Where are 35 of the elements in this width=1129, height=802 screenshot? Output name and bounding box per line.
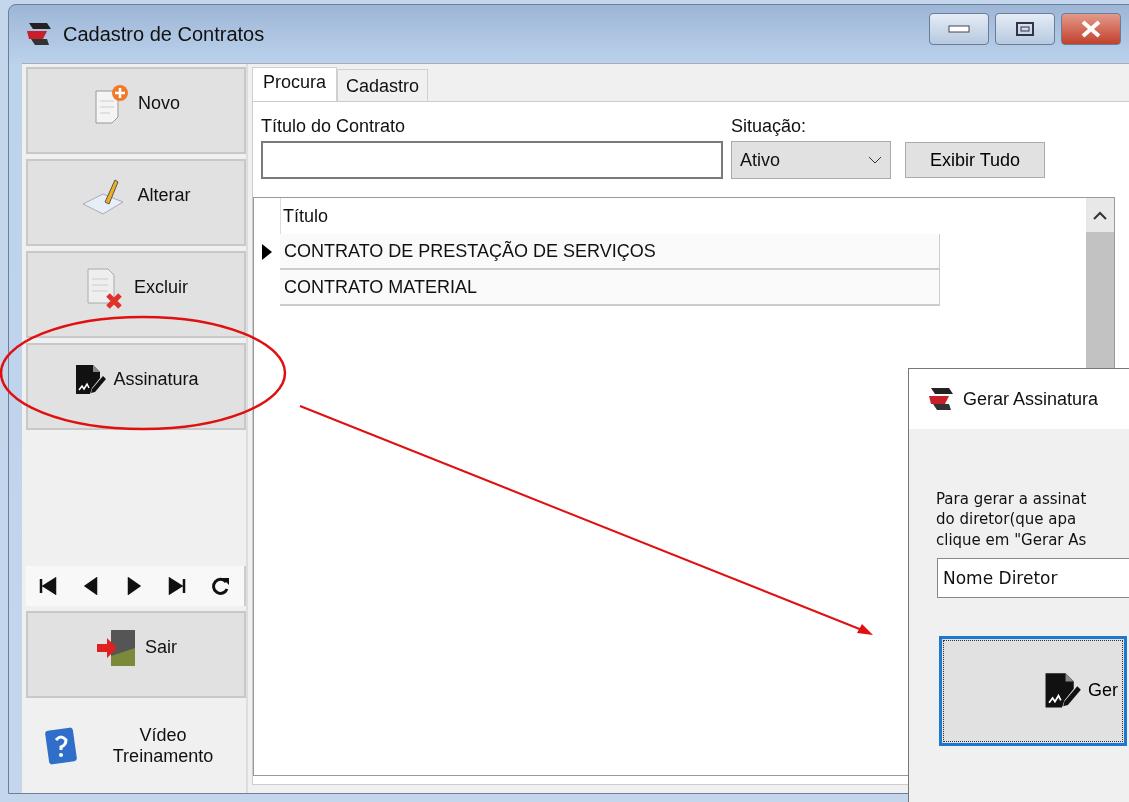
app-logo-icon <box>25 21 53 47</box>
maximize-icon <box>1016 22 1034 36</box>
table-cell[interactable]: CONTRATO MATERIAL <box>280 270 940 306</box>
field-label: Título do Contrato <box>261 116 407 137</box>
sidebar-button[interactable]: Novo <box>26 67 246 154</box>
last-record-icon[interactable] <box>168 577 187 595</box>
table-cell[interactable]: CONTRATO DE PRESTAÇÃO DE SERVIÇOS <box>280 234 940 270</box>
minimize-button[interactable] <box>929 13 989 45</box>
close-icon <box>1080 20 1102 38</box>
sidebar-button[interactable]: Alterar <box>26 159 246 246</box>
status-dropdown[interactable]: Ativo <box>731 141 891 179</box>
maximize-button[interactable] <box>995 13 1055 45</box>
field-label: Situação: <box>731 116 808 137</box>
signature-icon <box>73 362 108 397</box>
chevron-down-icon <box>868 156 882 164</box>
app-logo-icon <box>927 386 955 412</box>
tab[interactable]: Cadastro <box>337 69 429 101</box>
minimize-icon <box>948 25 970 33</box>
help-icon <box>44 726 78 766</box>
dialog-title: Gerar Assinatura <box>963 388 1099 410</box>
tab[interactable]: Procura <box>252 67 338 101</box>
exit-button[interactable]: Sair <box>26 611 246 698</box>
first-record-icon[interactable] <box>38 577 57 595</box>
dialog-message: Para gerar a assinat do diretor(que apa clique em "Gerar As <box>936 489 1088 550</box>
chevron-up-icon <box>1093 210 1107 220</box>
close-button[interactable] <box>1061 13 1121 45</box>
show-all-button[interactable]: Exibir Tudo <box>905 142 1046 178</box>
refresh-icon[interactable] <box>211 576 232 596</box>
video-training-link[interactable]: Vídeo Treinamento <box>98 725 228 767</box>
title-input-field[interactable] <box>261 141 723 179</box>
director-name-field[interactable]: Nome Diretor <box>937 557 1129 598</box>
generate-button[interactable]: Ger <box>939 635 1127 746</box>
sidebar-button[interactable]: Excluir <box>26 251 246 338</box>
sidebar-button[interactable]: Assinatura <box>26 343 246 430</box>
window-title: Cadastro de Contratos <box>63 22 265 46</box>
